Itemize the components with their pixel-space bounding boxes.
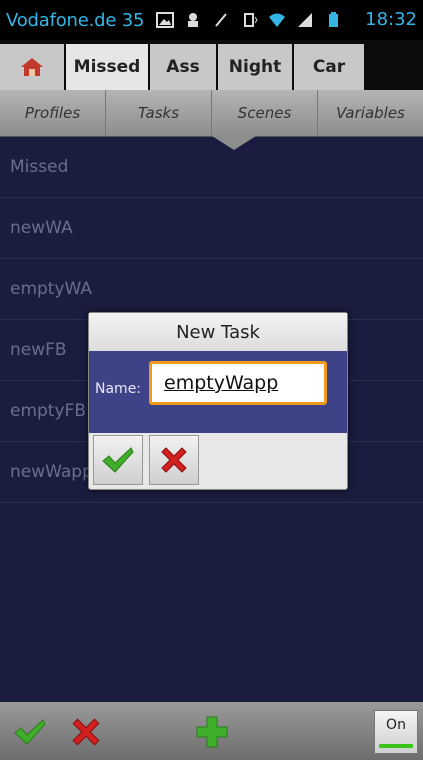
task-label: emptyWA [10,279,93,299]
vibrate-icon [244,13,258,27]
task-label: newWapp [10,462,93,482]
tab-night[interactable]: Night [218,40,294,90]
tab-scenes[interactable]: Scenes [212,90,318,136]
dialog-body: Name: emptyWapp [89,351,347,433]
toggle-indicator [379,744,413,748]
list-item[interactable]: newWA [0,198,423,259]
x-icon [72,718,100,746]
add-button[interactable] [190,710,234,754]
list-item[interactable]: Missed [0,137,423,198]
task-label: emptyFB [10,401,86,421]
home-icon [21,58,43,76]
tab-car[interactable]: Car [294,40,366,90]
checkmark-icon [14,719,46,745]
clock: 18:32 [365,9,417,30]
signal-icon [298,13,313,27]
task-label: Missed [10,157,69,177]
task-label: newWA [10,218,73,238]
tab-profiles[interactable]: Profiles [0,90,106,136]
dialog-title: New Task [89,313,347,351]
dialog-cancel-button[interactable] [149,435,199,485]
checkmark-icon [102,447,134,473]
tab-home[interactable] [0,40,66,90]
new-task-dialog: New Task Name: emptyWapp [88,312,348,490]
list-item[interactable]: emptyWA [0,259,423,320]
toggle-label: On [386,717,406,733]
notification-icon [188,13,199,27]
usb-icon [215,13,228,27]
tab-tasks[interactable]: Tasks [106,90,212,136]
wifi-icon [269,13,286,27]
carrier-name: Vodafone.de 35 [6,9,145,31]
tab-missed[interactable]: Missed [66,40,150,90]
status-bar: Vodafone.de 35 18:32 [0,0,423,40]
task-name-input[interactable]: emptyWapp [149,361,327,405]
battery-icon [329,12,339,27]
accept-button[interactable] [8,710,52,754]
name-label: Name: [95,381,142,397]
profile-tabs: Missed Ass Night Car [0,40,423,90]
task-label: newFB [10,340,67,360]
image-icon [156,12,175,28]
tab-variables[interactable]: Variables [318,90,423,136]
status-icons [156,12,342,28]
dialog-ok-button[interactable] [93,435,143,485]
plus-icon [196,716,228,748]
x-icon [161,447,187,473]
section-tabs: Profiles Tasks Scenes Variables [0,90,423,137]
bottom-toolbar: On [0,702,423,760]
profile-toggle[interactable]: On [374,710,418,754]
tab-ass[interactable]: Ass [150,40,218,90]
cancel-button[interactable] [64,710,108,754]
